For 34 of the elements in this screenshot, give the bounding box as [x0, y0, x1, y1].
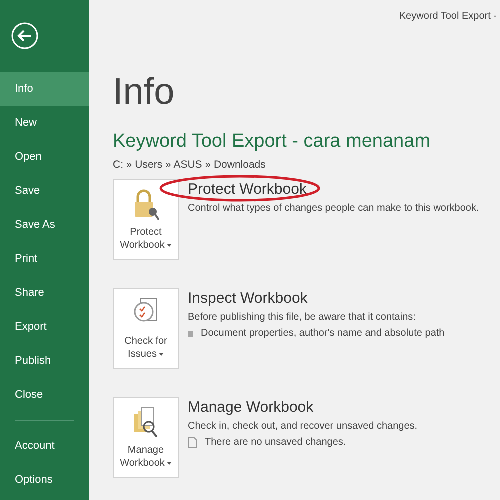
sidebar-item[interactable]: Open: [0, 140, 89, 174]
sidebar-item[interactable]: Info: [0, 72, 89, 106]
section-description: Control what types of changes people can make to this workbook.: [188, 203, 480, 214]
sidebar-item[interactable]: Export: [0, 310, 89, 344]
sidebar-item[interactable]: Save: [0, 174, 89, 208]
sidebar-item[interactable]: Options: [0, 463, 89, 497]
file-path: C: » Users » ASUS » Downloads: [113, 159, 267, 171]
window-title: Keyword Tool Export -: [399, 11, 497, 22]
sidebar-item[interactable]: Save As: [0, 208, 89, 242]
section-description: Check in, check out, and recover unsaved changes.: [188, 421, 418, 432]
sidebar-item[interactable]: Close: [0, 378, 89, 412]
sidebar-item[interactable]: Print: [0, 242, 89, 276]
detail-text: Document properties, author's name and absolute path: [201, 328, 445, 339]
sidebar-item[interactable]: New: [0, 106, 89, 140]
detail-text: There are no unsaved changes.: [205, 437, 346, 448]
document-title: Keyword Tool Export - cara menanam: [113, 131, 432, 153]
square-bullet-icon: [188, 330, 193, 336]
sidebar-item[interactable]: Publish: [0, 344, 89, 378]
lock-with-key-icon: [133, 188, 159, 222]
documents-magnifier-icon: [132, 406, 160, 440]
sidebar-item[interactable]: Share: [0, 276, 89, 310]
caret-icon: [166, 244, 172, 247]
sidebar-item[interactable]: Account: [0, 429, 89, 463]
section-description: Before publishing this file, be aware that it contains:: [188, 312, 417, 323]
workbook-action-button[interactable]: Protect Workbook: [113, 179, 179, 260]
section-title: Inspect Workbook: [188, 289, 309, 308]
section-title: Manage Workbook: [188, 398, 315, 417]
section-title: Protect Workbook: [188, 180, 308, 199]
workbook-action-button[interactable]: Check for Issues: [113, 288, 179, 369]
workbook-action-button[interactable]: Manage Workbook: [113, 397, 179, 478]
caret-icon: [158, 352, 164, 356]
page-heading: Info: [113, 70, 176, 114]
document-icon: [188, 437, 197, 448]
caret-icon: [166, 462, 172, 465]
